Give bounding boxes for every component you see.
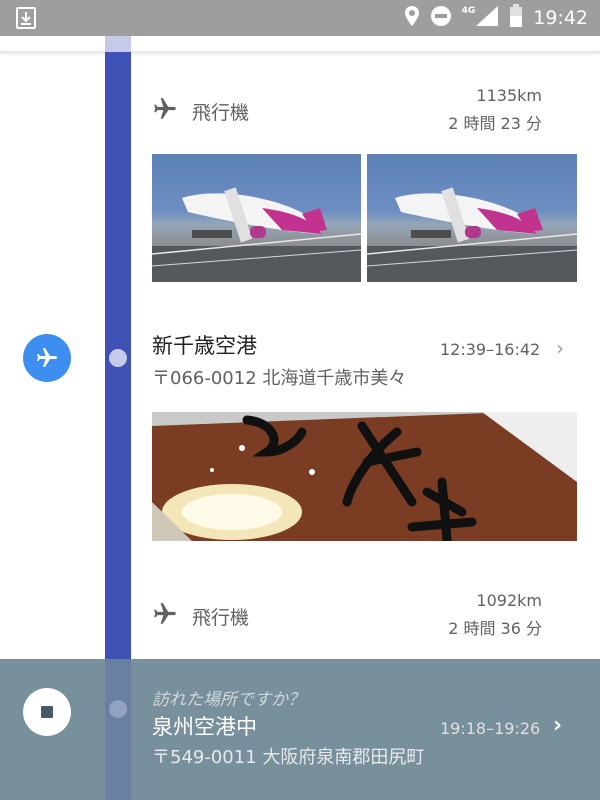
transport-mode-label: 飛行機 bbox=[192, 607, 250, 629]
transport-segment-2[interactable]: 飛行機 1092km 2 時間 36 分 bbox=[152, 591, 544, 647]
visit-place-address: 〒549-0011 大阪府泉南郡田尻町 bbox=[152, 747, 425, 768]
visit-time-range: 19:18–19:26 bbox=[440, 719, 541, 738]
transport-distance: 1135km bbox=[476, 86, 542, 105]
place-time-range: 12:39–16:42 bbox=[440, 340, 541, 359]
network-type: 4G bbox=[461, 6, 476, 16]
chevron-right-icon[interactable]: › bbox=[556, 336, 564, 360]
place-name[interactable]: 新千歳空港 bbox=[152, 330, 257, 360]
airplane-icon bbox=[152, 96, 178, 126]
download-icon bbox=[16, 7, 36, 29]
battery-icon bbox=[509, 4, 523, 32]
clock: 19:42 bbox=[533, 7, 588, 29]
do-not-disturb-icon bbox=[430, 5, 452, 31]
place-address: 〒066-0012 北海道千歳市美々 bbox=[152, 368, 407, 389]
timeline-line-overlay bbox=[105, 659, 131, 800]
stop-icon bbox=[41, 706, 53, 718]
transport-mode-label: 飛行機 bbox=[192, 102, 250, 124]
transport-distance: 1092km bbox=[476, 591, 542, 610]
transport-duration: 2 時間 36 分 bbox=[448, 619, 542, 638]
chevron-right-icon[interactable]: › bbox=[553, 713, 562, 738]
visit-prompt-panel[interactable]: 訪れた場所ですか？ 泉州空港中 19:18–19:26 〒549-0011 大阪… bbox=[0, 659, 600, 800]
visit-question: 訪れた場所ですか？ bbox=[152, 690, 305, 710]
transport-segment-1[interactable]: 飛行機 1135km 2 時間 23 分 bbox=[152, 86, 544, 142]
airport-marker bbox=[23, 334, 71, 382]
place-photo[interactable] bbox=[152, 412, 577, 541]
airplane-photo-1[interactable] bbox=[152, 154, 361, 282]
timeline-dot bbox=[109, 349, 127, 367]
signal-icon bbox=[475, 5, 499, 31]
visit-place-name[interactable]: 泉州空港中 bbox=[152, 711, 257, 741]
airplane-icon bbox=[37, 348, 57, 367]
status-bar: 4G 19:42 bbox=[0, 0, 600, 36]
airplane-photo-2[interactable] bbox=[367, 154, 577, 282]
stop-marker[interactable] bbox=[23, 688, 71, 736]
location-icon bbox=[404, 5, 420, 31]
timeline-line-top bbox=[105, 36, 131, 52]
airplane-icon bbox=[152, 601, 178, 631]
transport-duration: 2 時間 23 分 bbox=[448, 114, 542, 133]
timeline-dot bbox=[109, 700, 127, 718]
previous-card-edge bbox=[0, 36, 600, 52]
